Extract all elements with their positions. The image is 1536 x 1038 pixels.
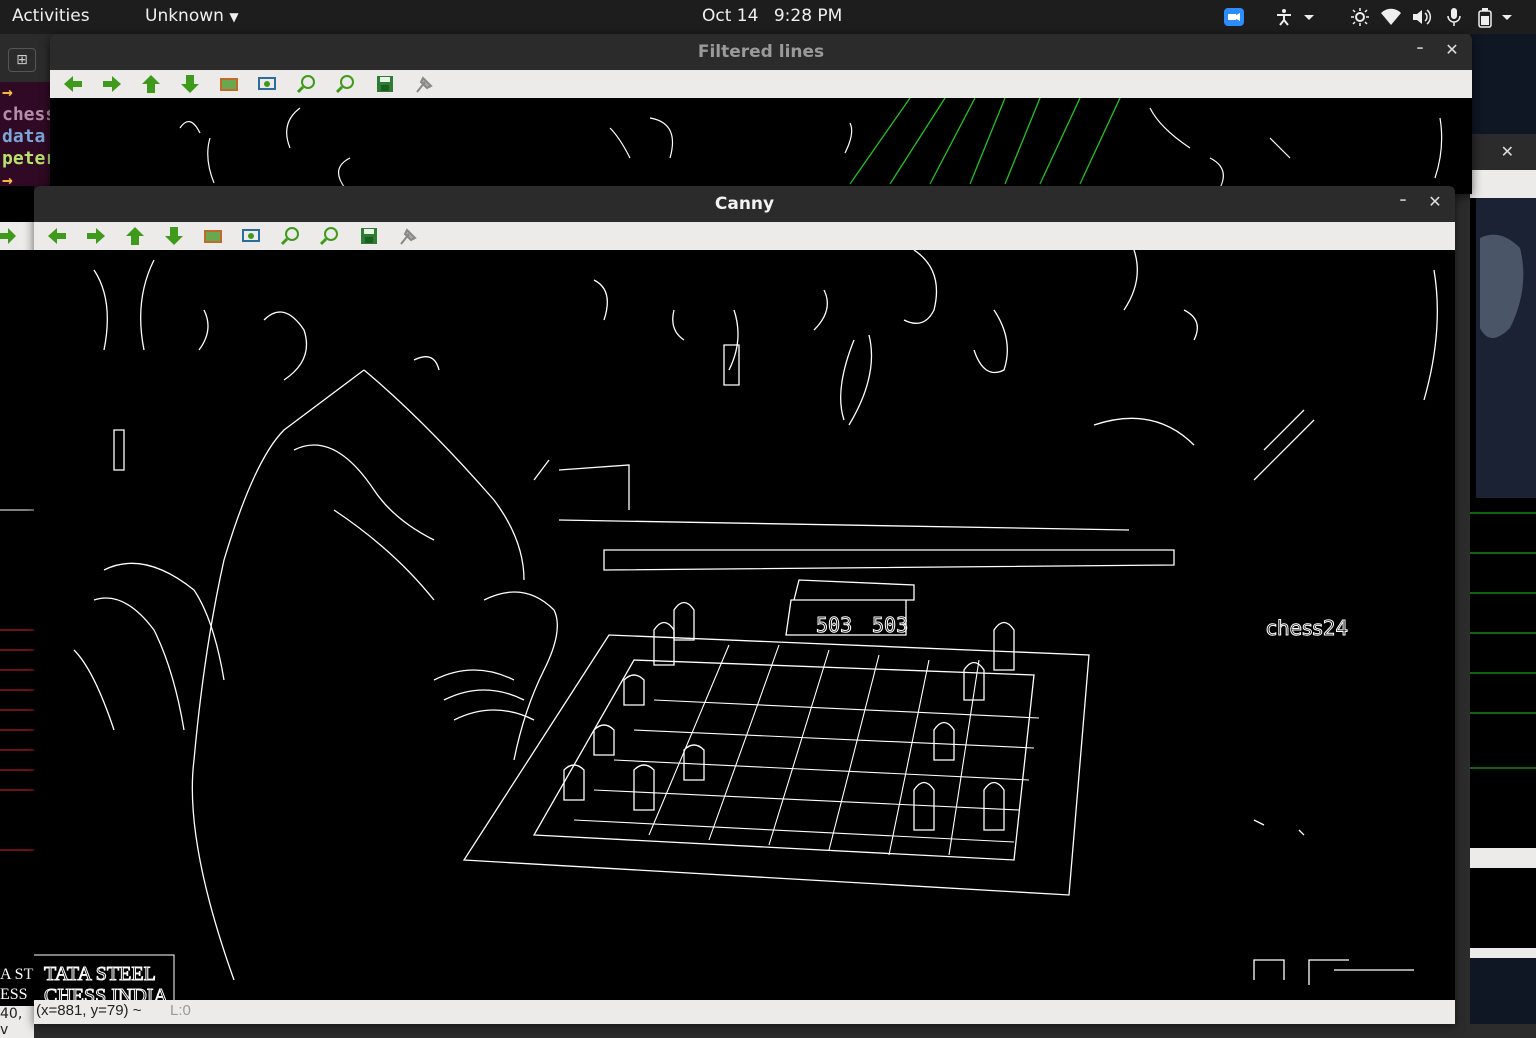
filtered-lines-canvas [179,97,1443,189]
chevron-down-icon: ▼ [229,10,239,24]
app-menu[interactable]: Unknown ▼ [145,6,239,26]
terminal-line: peter [2,148,57,169]
properties-icon[interactable] [413,74,435,94]
background-titlebar: ✕ [1470,134,1536,170]
window-titlebar[interactable]: Canny – ✕ [34,186,1455,222]
zoom-fit-icon[interactable] [257,74,279,94]
arrow-up-icon[interactable] [124,226,146,246]
canny-window[interactable]: Canny – ✕ 503 503 chess24 TATA STEEL CHE… [34,186,1455,1024]
arrow-left-icon[interactable] [46,226,68,246]
zoom-fit-icon[interactable] [241,226,263,246]
logo-fragment: A ST [0,966,34,983]
zoom-in-icon[interactable] [296,74,318,94]
arrow-down-icon[interactable] [163,226,185,246]
terminal-line: chess [2,104,57,125]
arrow-right-icon[interactable] [0,226,18,250]
clock[interactable]: Oct 14 9:28 PM [702,6,842,26]
clock-right-digits: 503 [872,613,908,637]
microphone-icon[interactable] [1446,8,1466,26]
activities-button[interactable]: Activities [12,6,90,26]
minimize-button[interactable]: – [1410,40,1430,60]
arrow-up-icon[interactable] [140,74,162,94]
window-title: Canny [714,194,775,214]
left-window-toolbar [0,222,34,250]
date-label: Oct 14 [702,6,759,26]
background-image [1470,198,1536,958]
arrow-left-icon[interactable] [62,74,84,94]
image-toolbar [34,222,1455,251]
close-button[interactable]: ✕ [1425,192,1445,212]
new-tab-icon[interactable]: ⊞ [8,48,36,72]
wifi-icon[interactable] [1380,8,1401,26]
image-icon[interactable] [218,74,240,94]
logo-line-1: TATA STEEL [44,963,156,985]
background-toolbar [1470,170,1536,198]
filtered-lines-image[interactable] [50,97,1472,194]
zoom-in-icon[interactable] [280,226,302,246]
filtered-lines-window[interactable]: Filtered lines – ✕ [50,34,1472,194]
brightness-icon[interactable] [1350,8,1370,26]
pixel-value: L:0 [170,1002,191,1019]
top-bar: Activities Unknown ▼ Oct 14 9:28 PM [0,0,1536,34]
arrow-right-icon[interactable] [85,226,107,246]
background-window[interactable]: ✕ [1470,34,1536,1024]
zoom-out-icon[interactable] [335,74,357,94]
volume-icon[interactable] [1412,8,1432,26]
cursor-status: (x=881, y=79) ~ [36,1002,142,1019]
battery-icon[interactable] [1478,8,1498,28]
window-title: Filtered lines [697,42,825,62]
arrow-right-icon[interactable] [101,74,123,94]
left-window-canvas [0,509,34,851]
properties-icon[interactable] [397,226,419,246]
chess24-watermark: chess24 [1266,616,1348,640]
clock-left-digits: 503 [816,613,852,637]
window-titlebar[interactable]: Filtered lines – ✕ [50,34,1472,70]
close-button[interactable]: ✕ [1442,40,1462,60]
image-toolbar [50,70,1472,99]
terminal-line: → [2,82,13,103]
close-icon[interactable]: ✕ [1501,142,1514,161]
status-bar: (x=881, y=79) ~ L:0 [34,1000,1455,1024]
chevron-down-icon[interactable] [1302,8,1322,26]
status-fragment: 40, v [0,1006,34,1038]
logo-line-2: CHESS INDIA [44,985,168,1000]
zoom-out-icon[interactable] [319,226,341,246]
save-icon[interactable] [374,74,396,94]
time-label: 9:28 PM [773,6,843,26]
canny-image[interactable]: 503 503 chess24 TATA STEEL CHESS INDIA [34,249,1455,1008]
canny-edge-canvas: 503 503 chess24 TATA STEEL CHESS INDIA [34,249,1438,1008]
terminal-line: data [2,126,46,147]
chevron-down-icon[interactable] [1500,8,1520,26]
app-menu-label: Unknown [145,6,224,26]
accessibility-icon[interactable] [1274,8,1294,26]
minimize-button[interactable]: – [1393,192,1413,212]
video-call-icon[interactable] [1224,8,1244,26]
arrow-down-icon[interactable] [179,74,201,94]
save-icon[interactable] [358,226,380,246]
image-icon[interactable] [202,226,224,246]
left-window-fragment[interactable]: A ST ESS IN 40, v [0,186,34,1038]
